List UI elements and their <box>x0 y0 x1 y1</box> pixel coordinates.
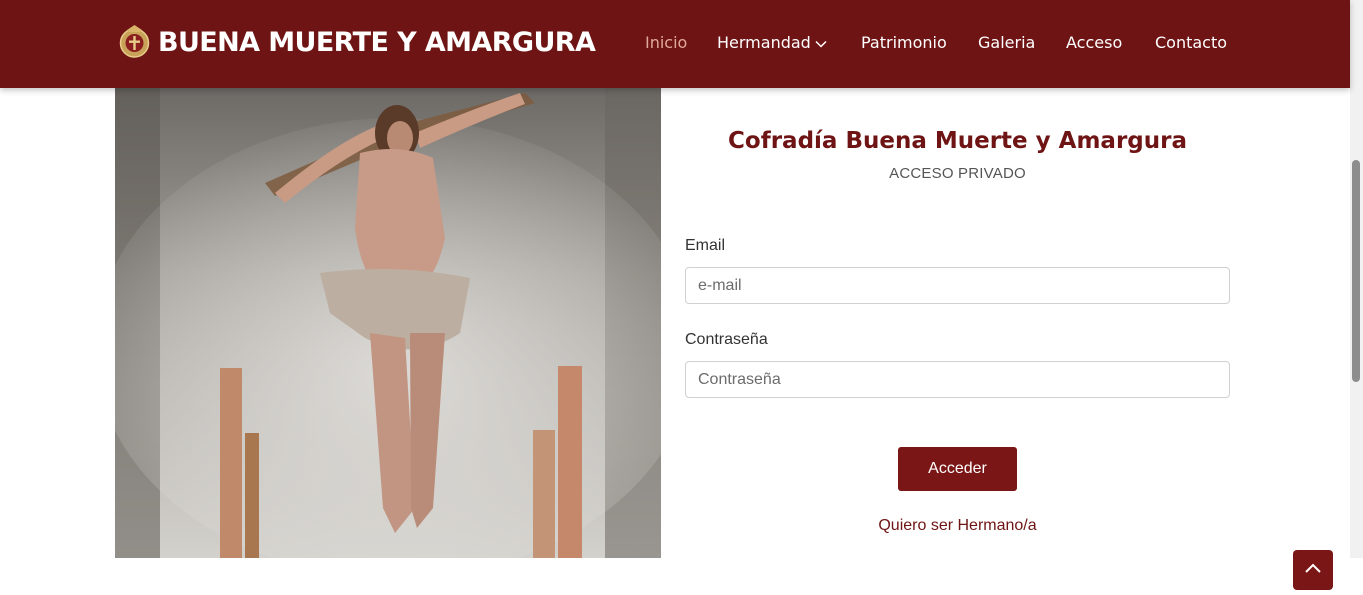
christ-image <box>115 88 661 558</box>
password-field[interactable] <box>685 361 1230 398</box>
email-label: Email <box>685 237 726 254</box>
login-button[interactable]: Acceder <box>898 447 1017 491</box>
nav-acceso[interactable]: Acceso <box>1066 31 1122 55</box>
nav-hermandad[interactable]: Hermandad <box>717 31 827 55</box>
back-to-top-button[interactable] <box>1293 550 1333 590</box>
nav-contacto[interactable]: Contacto <box>1155 31 1227 55</box>
nav-hermandad-label: Hermandad <box>717 33 811 52</box>
page-subtitle: ACCESO PRIVADO <box>889 165 1026 182</box>
arrow-up-icon <box>1305 563 1321 573</box>
brotherhood-crest-icon <box>119 25 150 58</box>
site-title: BUENA MUERTE Y AMARGURA <box>158 26 596 58</box>
site-header: BUENA MUERTE Y AMARGURA Inicio Hermandad… <box>0 0 1350 88</box>
chevron-down-icon <box>815 40 827 48</box>
brand[interactable]: BUENA MUERTE Y AMARGURA <box>118 23 596 61</box>
nav-inicio[interactable]: Inicio <box>645 31 687 55</box>
join-brotherhood-link[interactable]: Quiero ser Hermano/a <box>685 517 1230 535</box>
christ-illustration <box>115 88 661 558</box>
nav-galeria[interactable]: Galeria <box>978 31 1035 55</box>
nav-patrimonio[interactable]: Patrimonio <box>861 31 947 55</box>
page-title: Cofradía Buena Muerte y Amargura <box>728 128 1187 154</box>
scrollbar-thumb[interactable] <box>1352 160 1360 382</box>
page-scrollbar[interactable] <box>1350 0 1363 558</box>
password-label: Contraseña <box>685 331 768 348</box>
email-field[interactable] <box>685 267 1230 304</box>
